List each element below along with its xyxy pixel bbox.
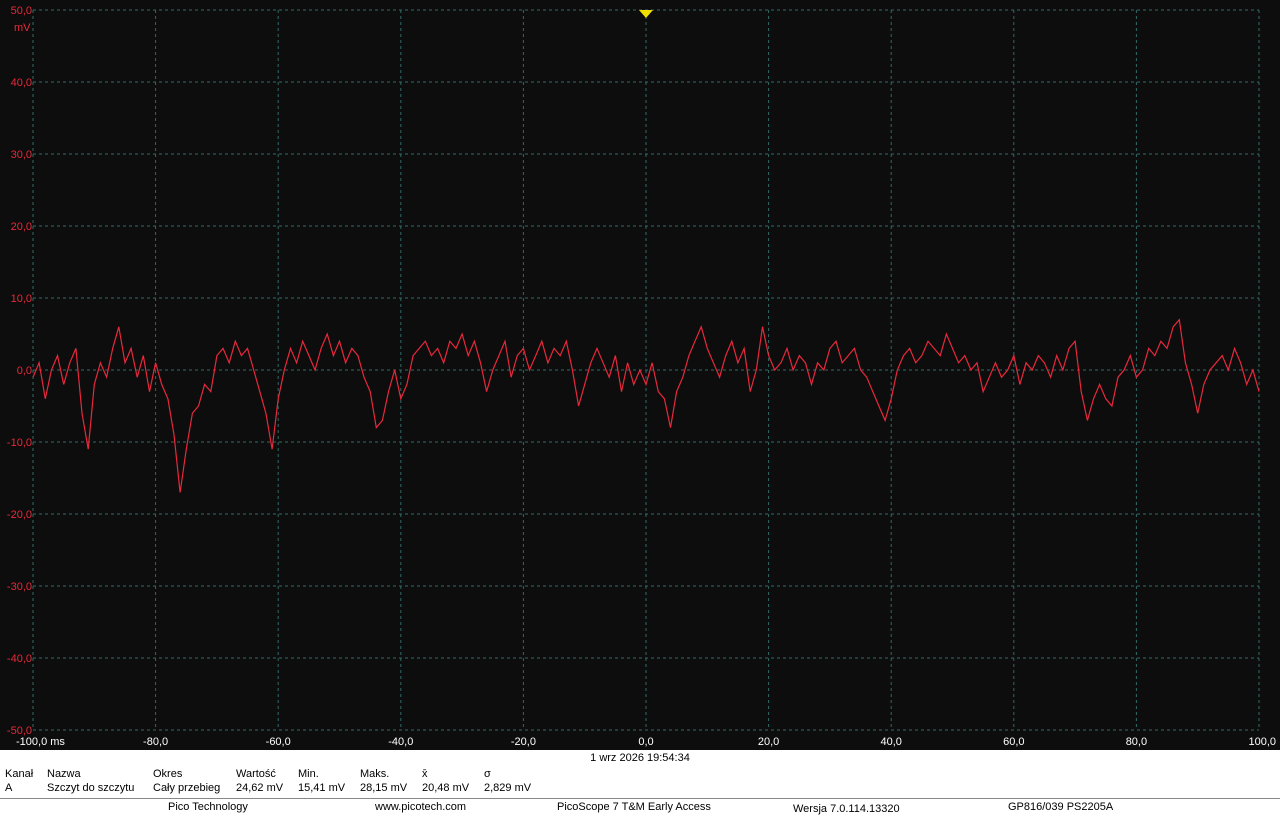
- y-axis-labels: 50,0 40,0 30,0 20,0 10,0 0,0 -10,0 -20,0 -30,0 -4…: [7, 5, 32, 737]
- x-tick-label-8: 60,0: [1003, 736, 1024, 748]
- measure-header: Maks.: [360, 768, 390, 780]
- scope-display[interactable]: 50,0 40,0 30,0 20,0 10,0 0,0 -10,0 -20,0 -30,0 -4…: [0, 0, 1280, 750]
- measure-header: Min.: [298, 768, 319, 780]
- x-tick-label-10: 100,0: [1248, 736, 1276, 748]
- x-tick-label-1: -80,0: [143, 736, 168, 748]
- info-device: GP816/039 PS2205A: [1008, 801, 1114, 813]
- y-tick-label-3: 20,0: [11, 221, 32, 233]
- y-tick-label-2: 30,0: [11, 149, 32, 161]
- x-tick-label-7: 40,0: [880, 736, 901, 748]
- measure-value: 28,15 mV: [360, 782, 408, 794]
- measure-value: 20,48 mV: [422, 782, 470, 794]
- measure-header: Wartość: [236, 768, 276, 780]
- y-tick-label-1: 40,0: [11, 77, 32, 89]
- measure-value: Szczyt do szczytu: [47, 782, 135, 794]
- y-tick-label-9: -40,0: [7, 653, 32, 665]
- x-tick-label-9: 80,0: [1126, 736, 1147, 748]
- x-tick-label-4: -20,0: [511, 736, 536, 748]
- waveform-chart[interactable]: 50,0 40,0 30,0 20,0 10,0 0,0 -10,0 -20,0 -30,0 -4…: [0, 0, 1280, 750]
- measure-value: 15,41 mV: [298, 782, 346, 794]
- measure-col-stddev[interactable]: σ 2,829 mV: [484, 767, 531, 795]
- y-tick-label-6: -10,0: [7, 437, 32, 449]
- measure-header: x̄: [422, 768, 428, 780]
- info-company: Pico Technology: [168, 801, 248, 813]
- y-tick-label-4: 10,0: [11, 293, 32, 305]
- trigger-marker-icon[interactable]: [639, 10, 653, 18]
- measure-value: 2,829 mV: [484, 782, 532, 794]
- y-tick-label-5: 0,0: [17, 365, 32, 377]
- measure-col-name[interactable]: Nazwa Szczyt do szczytu: [47, 767, 134, 795]
- measure-col-max[interactable]: Maks. 28,15 mV: [360, 767, 407, 795]
- capture-timestamp: 1 wrz 2026 19:54:34: [590, 752, 690, 764]
- footer-divider: [0, 798, 1280, 799]
- x-tick-label-2: -60,0: [266, 736, 291, 748]
- measure-header: Nazwa: [47, 768, 81, 780]
- measure-value: A: [5, 782, 13, 794]
- measure-col-value[interactable]: Wartość 24,62 mV: [236, 767, 283, 795]
- x-axis-labels: -100,0 ms -80,0 -60,0 -40,0 -20,0 0,0 20,0 40,0…: [16, 736, 1276, 748]
- x-tick-label-0: -100,0 ms: [16, 736, 65, 748]
- y-axis-unit: mV: [14, 22, 31, 34]
- y-tick-label-8: -30,0: [7, 581, 32, 593]
- info-website[interactable]: www.picotech.com: [375, 801, 466, 813]
- info-version: Wersja 7.0.114.13320: [793, 803, 900, 815]
- measure-col-channel[interactable]: Kanał A: [5, 767, 33, 795]
- footer-panel: 1 wrz 2026 19:54:34 Kanał A Nazwa Szczyt…: [0, 750, 1280, 816]
- measure-header: Okres: [153, 768, 183, 780]
- x-tick-label-3: -40,0: [388, 736, 413, 748]
- measure-col-mean[interactable]: x̄ 20,48 mV: [422, 767, 469, 795]
- grid-lines: [32, 9, 1260, 731]
- x-tick-label-5: 0,0: [638, 736, 653, 748]
- measure-header: Kanał: [5, 768, 34, 780]
- y-tick-label-0: 50,0: [11, 5, 32, 17]
- measure-col-min[interactable]: Min. 15,41 mV: [298, 767, 345, 795]
- measure-col-period[interactable]: Okres Cały przebieg: [153, 767, 220, 795]
- y-tick-label-7: -20,0: [7, 509, 32, 521]
- measure-value: 24,62 mV: [236, 782, 284, 794]
- x-tick-label-6: 20,0: [758, 736, 779, 748]
- measure-header: σ: [484, 768, 491, 780]
- measure-value: Cały przebieg: [153, 782, 221, 794]
- info-product: PicoScope 7 T&M Early Access: [557, 801, 711, 813]
